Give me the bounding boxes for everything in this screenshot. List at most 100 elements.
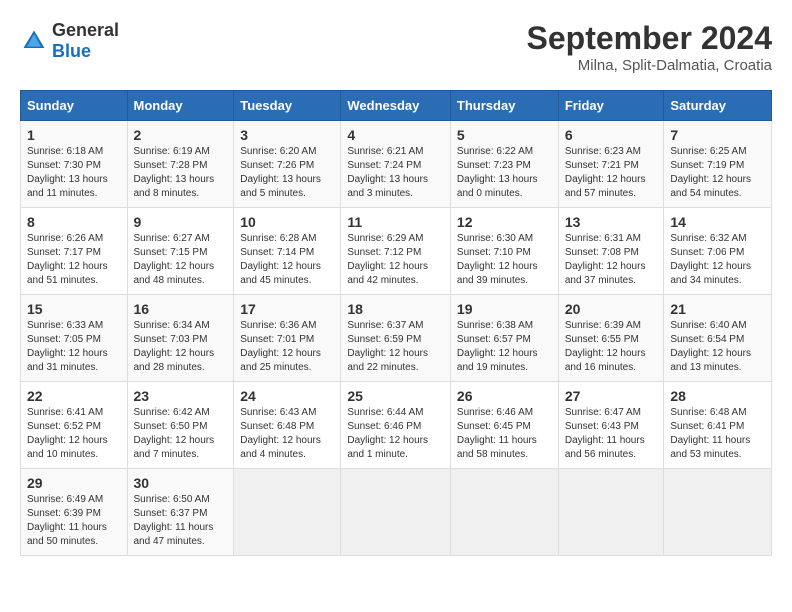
daylight: Daylight: 12 hours and 54 minutes. — [670, 174, 751, 199]
day-detail: Sunrise: 6:26 AM Sunset: 7:17 PM Dayligh… — [27, 232, 121, 288]
table-row: 25 Sunrise: 6:44 AM Sunset: 6:46 PM Dayl… — [341, 382, 451, 469]
day-number: 17 — [240, 301, 334, 317]
day-detail: Sunrise: 6:49 AM Sunset: 6:39 PM Dayligh… — [27, 493, 121, 549]
day-detail: Sunrise: 6:30 AM Sunset: 7:10 PM Dayligh… — [457, 232, 552, 288]
logo-blue: Blue — [52, 41, 91, 61]
sunrise: Sunrise: 6:32 AM — [670, 233, 746, 244]
sunset: Sunset: 6:55 PM — [565, 334, 639, 345]
table-row: 23 Sunrise: 6:42 AM Sunset: 6:50 PM Dayl… — [127, 382, 234, 469]
daylight: Daylight: 11 hours and 50 minutes. — [27, 522, 107, 547]
logo-text: General Blue — [52, 20, 119, 62]
sunset: Sunset: 7:26 PM — [240, 160, 314, 171]
sunset: Sunset: 6:46 PM — [347, 421, 421, 432]
sunrise: Sunrise: 6:19 AM — [134, 146, 210, 157]
sunset: Sunset: 7:03 PM — [134, 334, 208, 345]
day-detail: Sunrise: 6:28 AM Sunset: 7:14 PM Dayligh… — [240, 232, 334, 288]
day-detail: Sunrise: 6:44 AM Sunset: 6:46 PM Dayligh… — [347, 406, 444, 462]
sunrise: Sunrise: 6:28 AM — [240, 233, 316, 244]
daylight: Daylight: 12 hours and 34 minutes. — [670, 261, 751, 286]
table-row: 15 Sunrise: 6:33 AM Sunset: 7:05 PM Dayl… — [21, 295, 128, 382]
sunset: Sunset: 7:08 PM — [565, 247, 639, 258]
day-detail: Sunrise: 6:21 AM Sunset: 7:24 PM Dayligh… — [347, 145, 444, 201]
sunrise: Sunrise: 6:29 AM — [347, 233, 423, 244]
day-number: 25 — [347, 388, 444, 404]
sunrise: Sunrise: 6:48 AM — [670, 407, 746, 418]
daylight: Daylight: 12 hours and 28 minutes. — [134, 348, 215, 373]
day-number: 3 — [240, 127, 334, 143]
sunrise: Sunrise: 6:46 AM — [457, 407, 533, 418]
col-friday: Friday — [558, 91, 664, 121]
sunset: Sunset: 6:39 PM — [27, 508, 101, 519]
daylight: Daylight: 12 hours and 13 minutes. — [670, 348, 751, 373]
calendar-week-row: 8 Sunrise: 6:26 AM Sunset: 7:17 PM Dayli… — [21, 208, 772, 295]
daylight: Daylight: 12 hours and 48 minutes. — [134, 261, 215, 286]
sunset: Sunset: 6:37 PM — [134, 508, 208, 519]
daylight: Daylight: 12 hours and 31 minutes. — [27, 348, 108, 373]
sunset: Sunset: 6:59 PM — [347, 334, 421, 345]
day-number: 4 — [347, 127, 444, 143]
sunrise: Sunrise: 6:50 AM — [134, 494, 210, 505]
table-row: 18 Sunrise: 6:37 AM Sunset: 6:59 PM Dayl… — [341, 295, 451, 382]
day-detail: Sunrise: 6:18 AM Sunset: 7:30 PM Dayligh… — [27, 145, 121, 201]
sunset: Sunset: 7:06 PM — [670, 247, 744, 258]
sunset: Sunset: 6:57 PM — [457, 334, 531, 345]
daylight: Daylight: 12 hours and 10 minutes. — [27, 435, 108, 460]
sunset: Sunset: 7:21 PM — [565, 160, 639, 171]
logo-general: General — [52, 20, 119, 40]
sunrise: Sunrise: 6:25 AM — [670, 146, 746, 157]
day-detail: Sunrise: 6:23 AM Sunset: 7:21 PM Dayligh… — [565, 145, 658, 201]
sunset: Sunset: 7:14 PM — [240, 247, 314, 258]
table-row: 22 Sunrise: 6:41 AM Sunset: 6:52 PM Dayl… — [21, 382, 128, 469]
day-number: 26 — [457, 388, 552, 404]
day-detail: Sunrise: 6:47 AM Sunset: 6:43 PM Dayligh… — [565, 406, 658, 462]
table-row: 20 Sunrise: 6:39 AM Sunset: 6:55 PM Dayl… — [558, 295, 664, 382]
col-tuesday: Tuesday — [234, 91, 341, 121]
day-number: 9 — [134, 214, 228, 230]
day-number: 16 — [134, 301, 228, 317]
sunset: Sunset: 6:52 PM — [27, 421, 101, 432]
sunrise: Sunrise: 6:39 AM — [565, 320, 641, 331]
day-detail: Sunrise: 6:29 AM Sunset: 7:12 PM Dayligh… — [347, 232, 444, 288]
logo-icon — [20, 27, 48, 55]
table-row — [558, 469, 664, 556]
sunset: Sunset: 7:01 PM — [240, 334, 314, 345]
daylight: Daylight: 12 hours and 16 minutes. — [565, 348, 646, 373]
day-detail: Sunrise: 6:36 AM Sunset: 7:01 PM Dayligh… — [240, 319, 334, 375]
sunrise: Sunrise: 6:18 AM — [27, 146, 103, 157]
table-row: 4 Sunrise: 6:21 AM Sunset: 7:24 PM Dayli… — [341, 121, 451, 208]
day-detail: Sunrise: 6:34 AM Sunset: 7:03 PM Dayligh… — [134, 319, 228, 375]
calendar-week-row: 15 Sunrise: 6:33 AM Sunset: 7:05 PM Dayl… — [21, 295, 772, 382]
table-row: 21 Sunrise: 6:40 AM Sunset: 6:54 PM Dayl… — [664, 295, 772, 382]
table-row — [341, 469, 451, 556]
day-detail: Sunrise: 6:38 AM Sunset: 6:57 PM Dayligh… — [457, 319, 552, 375]
sunset: Sunset: 6:43 PM — [565, 421, 639, 432]
sunrise: Sunrise: 6:21 AM — [347, 146, 423, 157]
sunset: Sunset: 7:17 PM — [27, 247, 101, 258]
day-number: 15 — [27, 301, 121, 317]
daylight: Daylight: 11 hours and 58 minutes. — [457, 435, 537, 460]
day-detail: Sunrise: 6:42 AM Sunset: 6:50 PM Dayligh… — [134, 406, 228, 462]
day-number: 8 — [27, 214, 121, 230]
daylight: Daylight: 12 hours and 4 minutes. — [240, 435, 321, 460]
day-detail: Sunrise: 6:39 AM Sunset: 6:55 PM Dayligh… — [565, 319, 658, 375]
calendar-header-row: Sunday Monday Tuesday Wednesday Thursday… — [21, 91, 772, 121]
day-number: 29 — [27, 475, 121, 491]
daylight: Daylight: 12 hours and 39 minutes. — [457, 261, 538, 286]
day-detail: Sunrise: 6:37 AM Sunset: 6:59 PM Dayligh… — [347, 319, 444, 375]
sunset: Sunset: 7:24 PM — [347, 160, 421, 171]
sunset: Sunset: 7:23 PM — [457, 160, 531, 171]
day-detail: Sunrise: 6:46 AM Sunset: 6:45 PM Dayligh… — [457, 406, 552, 462]
day-number: 20 — [565, 301, 658, 317]
day-detail: Sunrise: 6:27 AM Sunset: 7:15 PM Dayligh… — [134, 232, 228, 288]
sunrise: Sunrise: 6:33 AM — [27, 320, 103, 331]
sunset: Sunset: 6:41 PM — [670, 421, 744, 432]
col-sunday: Sunday — [21, 91, 128, 121]
table-row: 5 Sunrise: 6:22 AM Sunset: 7:23 PM Dayli… — [450, 121, 558, 208]
daylight: Daylight: 12 hours and 22 minutes. — [347, 348, 428, 373]
table-row — [450, 469, 558, 556]
day-detail: Sunrise: 6:40 AM Sunset: 6:54 PM Dayligh… — [670, 319, 765, 375]
sunset: Sunset: 7:28 PM — [134, 160, 208, 171]
day-detail: Sunrise: 6:22 AM Sunset: 7:23 PM Dayligh… — [457, 145, 552, 201]
table-row: 29 Sunrise: 6:49 AM Sunset: 6:39 PM Dayl… — [21, 469, 128, 556]
day-detail: Sunrise: 6:50 AM Sunset: 6:37 PM Dayligh… — [134, 493, 228, 549]
